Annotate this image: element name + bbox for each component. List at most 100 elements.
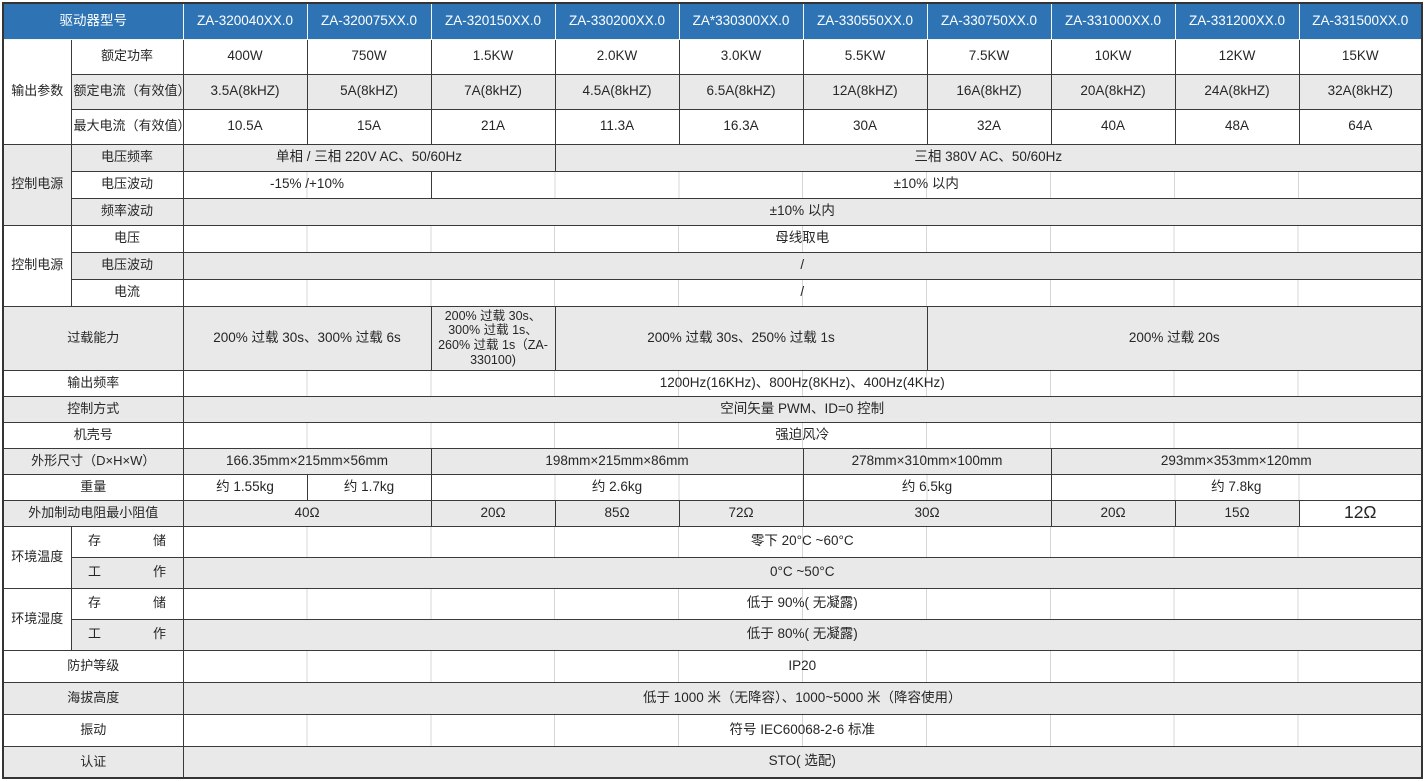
value-cell: 约 6.5kg xyxy=(803,474,1051,500)
row-vibration: 振动 符号 IEC60068-2-6 标准 xyxy=(3,714,1422,746)
table-title-cell: 驱动器型号 xyxy=(3,3,183,39)
row-label-cell: 控制方式 xyxy=(3,396,183,422)
value-cell: 40A xyxy=(1051,109,1175,144)
row-label-cell: 海拔高度 xyxy=(3,682,183,714)
header-row: 驱动器型号 ZA-320040XX.0 ZA-320075XX.0 ZA-320… xyxy=(3,3,1422,39)
value-cell: 16A(8kHZ) xyxy=(927,74,1051,109)
drive-spec-table: 驱动器型号 ZA-320040XX.0 ZA-320075XX.0 ZA-320… xyxy=(2,2,1423,779)
value-cell: 15Ω xyxy=(1175,500,1299,526)
row-label-cell: 机壳号 xyxy=(3,422,183,448)
row-label-cell: 认证 xyxy=(3,746,183,778)
row-label-cell: 工 作 xyxy=(71,557,183,588)
row-rated-power: 输出参数 额定功率 400W 750W 1.5KW 2.0KW 3.0KW 5.… xyxy=(3,39,1422,74)
row-humidity-working: 工 作 低于 80%( 无凝露) xyxy=(3,619,1422,650)
group-label-cell: 控制电源 xyxy=(3,225,71,306)
value-cell: 15KW xyxy=(1299,39,1422,74)
value-cell: 6.5A(8kHZ) xyxy=(679,74,803,109)
group-label-cell: 输出参数 xyxy=(3,39,71,144)
value-cell: 293mm×353mm×120mm xyxy=(1051,448,1422,474)
value-cell: 32A(8kHZ) xyxy=(1299,74,1422,109)
value-cell: 750W xyxy=(307,39,431,74)
row-label-cell: 振动 xyxy=(3,714,183,746)
row-humidity-storage: 环境湿度 存 储 低于 90%( 无凝露) xyxy=(3,588,1422,619)
model-header: ZA-331200XX.0 xyxy=(1175,3,1299,39)
row-output-frequency: 输出频率 1200Hz(16KHz)、800Hz(8KHz)、400Hz(4KH… xyxy=(3,370,1422,396)
value-cell: 强迫风冷 xyxy=(183,422,1422,448)
value-cell: ±10% 以内 xyxy=(183,198,1422,225)
value-cell: 24A(8kHZ) xyxy=(1175,74,1299,109)
row-label-cell: 电压频率 xyxy=(71,144,183,171)
row-certification: 认证 STO( 选配) xyxy=(3,746,1422,778)
row-label-cell: 防护等级 xyxy=(3,650,183,682)
row-protection-rating: 防护等级 IP20 xyxy=(3,650,1422,682)
row-label-cell: 额定电流（有效值） xyxy=(71,74,183,109)
row-altitude: 海拔高度 低于 1000 米（无降容）、1000~5000 米（降容使用） xyxy=(3,682,1422,714)
row-frequency-fluctuation: 频率波动 ±10% 以内 xyxy=(3,198,1422,225)
value-cell: 198mm×215mm×86mm xyxy=(431,448,803,474)
value-cell: / xyxy=(183,279,1422,306)
row-label-cell: 存 储 xyxy=(71,526,183,557)
value-cell: 20Ω xyxy=(1051,500,1175,526)
row-brake-resistor: 外加制动电阻最小阻值 40Ω 20Ω 85Ω 72Ω 30Ω 20Ω 15Ω 1… xyxy=(3,500,1422,526)
row-current: 电流 / xyxy=(3,279,1422,306)
value-cell: 200% 过载 20s xyxy=(927,306,1422,370)
value-cell: 约 1.55kg xyxy=(183,474,307,500)
row-label-cell: 外加制动电阻最小阻值 xyxy=(3,500,183,526)
value-cell: -15% /+10% xyxy=(183,171,431,198)
row-dimensions: 外形尺寸（D×H×W） 166.35mm×215mm×56mm 198mm×21… xyxy=(3,448,1422,474)
row-label-cell: 存 储 xyxy=(71,588,183,619)
value-cell: ±10% 以内 xyxy=(431,171,1422,198)
model-header: ZA-331000XX.0 xyxy=(1051,3,1175,39)
value-cell: 单相 / 三相 220V AC、50/60Hz xyxy=(183,144,555,171)
group-label-cell: 环境温度 xyxy=(3,526,71,588)
row-label-cell: 电压波动 xyxy=(71,171,183,198)
row-label-cell: 额定功率 xyxy=(71,39,183,74)
model-header: ZA-331500XX.0 xyxy=(1299,3,1422,39)
row-case-cooling: 机壳号 强迫风冷 xyxy=(3,422,1422,448)
row-voltage-fluctuation: 电压波动 -15% /+10% ±10% 以内 xyxy=(3,171,1422,198)
value-cell: 200% 过载 30s、300% 过载 1s、260% 过载 1s（ZA-330… xyxy=(431,306,555,370)
value-cell: / xyxy=(183,252,1422,279)
value-cell: 三相 380V AC、50/60Hz xyxy=(555,144,1422,171)
row-label-cell: 重量 xyxy=(3,474,183,500)
value-cell: 32A xyxy=(927,109,1051,144)
row-max-current: 最大电流（有效值） 10.5A 15A 21A 11.3A 16.3A 30A … xyxy=(3,109,1422,144)
value-cell: 200% 过载 30s、250% 过载 1s xyxy=(555,306,927,370)
value-cell: 1.5KW xyxy=(431,39,555,74)
row-label-cell: 工 作 xyxy=(71,619,183,650)
value-cell: 约 7.8kg xyxy=(1051,474,1422,500)
row-weight: 重量 约 1.55kg 约 1.7kg 约 2.6kg 约 6.5kg 约 7.… xyxy=(3,474,1422,500)
value-cell: 7A(8kHZ) xyxy=(431,74,555,109)
value-cell: 2.0KW xyxy=(555,39,679,74)
value-cell: 3.5A(8kHZ) xyxy=(183,74,307,109)
row-label-cell: 电压波动 xyxy=(71,252,183,279)
row-label-cell: 最大电流（有效值） xyxy=(71,109,183,144)
value-cell: 40Ω xyxy=(183,500,431,526)
model-header: ZA*330300XX.0 xyxy=(679,3,803,39)
value-cell: 400W xyxy=(183,39,307,74)
value-cell: 21A xyxy=(431,109,555,144)
row-label-cell: 过载能力 xyxy=(3,306,183,370)
value-cell: 约 2.6kg xyxy=(431,474,803,500)
value-cell: 0°C ~50°C xyxy=(183,557,1422,588)
row-temp-storage: 环境温度 存 储 零下 20°C ~60°C xyxy=(3,526,1422,557)
value-cell: 85Ω xyxy=(555,500,679,526)
value-cell: 16.3A xyxy=(679,109,803,144)
value-cell: 64A xyxy=(1299,109,1422,144)
model-header: ZA-320075XX.0 xyxy=(307,3,431,39)
value-cell: 5A(8kHZ) xyxy=(307,74,431,109)
value-cell: IP20 xyxy=(183,650,1422,682)
group-label-cell: 环境湿度 xyxy=(3,588,71,650)
value-cell: 20Ω xyxy=(431,500,555,526)
value-cell: 1200Hz(16KHz)、800Hz(8KHz)、400Hz(4KHz) xyxy=(183,370,1422,396)
value-cell: 166.35mm×215mm×56mm xyxy=(183,448,431,474)
value-cell: 低于 80%( 无凝露) xyxy=(183,619,1422,650)
value-cell: 约 1.7kg xyxy=(307,474,431,500)
row-label-cell: 外形尺寸（D×H×W） xyxy=(3,448,183,474)
row-control-mode: 控制方式 空间矢量 PWM、ID=0 控制 xyxy=(3,396,1422,422)
row-label-cell: 频率波动 xyxy=(71,198,183,225)
value-cell: 30A xyxy=(803,109,927,144)
value-cell: 空间矢量 PWM、ID=0 控制 xyxy=(183,396,1422,422)
value-cell: 低于 1000 米（无降容）、1000~5000 米（降容使用） xyxy=(183,682,1422,714)
row-temp-working: 工 作 0°C ~50°C xyxy=(3,557,1422,588)
